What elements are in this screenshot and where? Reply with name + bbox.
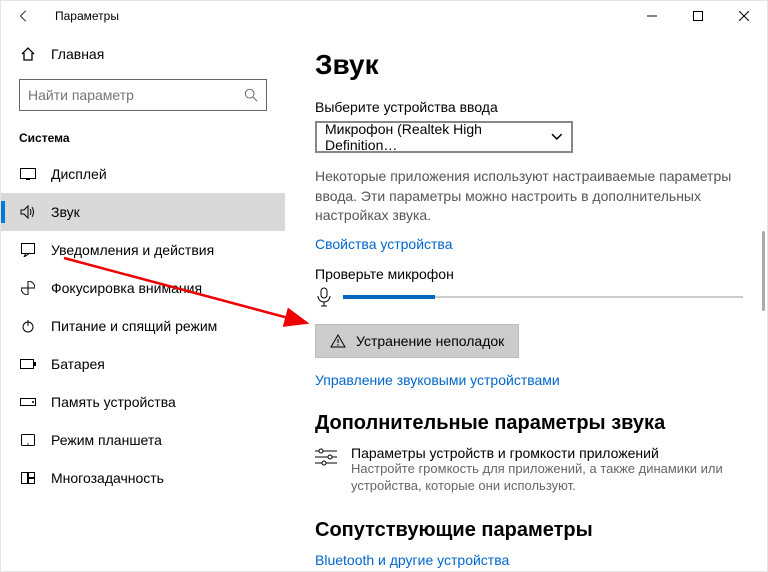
nav-label: Память устройства	[51, 394, 176, 410]
app-volume-title: Параметры устройств и громкости приложен…	[351, 445, 743, 461]
multitask-icon	[19, 469, 37, 487]
close-button[interactable]	[721, 1, 767, 31]
home-icon	[19, 45, 37, 63]
section-label: Система	[1, 125, 285, 155]
warning-icon	[330, 334, 346, 348]
display-icon	[19, 165, 37, 183]
maximize-button[interactable]	[675, 1, 721, 31]
storage-icon	[19, 393, 37, 411]
nav-focus[interactable]: Фокусировка внимания	[1, 269, 285, 307]
nav-multitask[interactable]: Многозадачность	[1, 459, 285, 497]
troubleshoot-label: Устранение неполадок	[356, 333, 504, 349]
minimize-icon	[647, 11, 657, 21]
nav-tablet[interactable]: Режим планшета	[1, 421, 285, 459]
sidebar: Главная Система Дисплей Звук Уведомления…	[1, 31, 291, 571]
device-properties-link[interactable]: Свойства устройства	[315, 236, 743, 252]
home-button[interactable]: Главная	[1, 35, 285, 73]
app-volume-row[interactable]: Параметры устройств и громкости приложен…	[315, 445, 743, 495]
nav-label: Многозадачность	[51, 470, 164, 486]
search-icon	[244, 88, 258, 102]
nav-sound[interactable]: Звук	[1, 193, 285, 231]
content-area: Звук Выберите устройства ввода Микрофон …	[291, 31, 767, 571]
back-button[interactable]	[9, 1, 39, 31]
nav-label: Режим планшета	[51, 432, 162, 448]
nav-storage[interactable]: Память устройства	[1, 383, 285, 421]
notifications-icon	[19, 241, 37, 259]
mic-test-row	[315, 288, 743, 306]
nav-battery[interactable]: Батарея	[1, 345, 285, 383]
troubleshoot-button[interactable]: Устранение неполадок	[315, 324, 519, 358]
page-title: Звук	[315, 49, 743, 81]
sliders-icon	[315, 445, 337, 469]
nav-power[interactable]: Питание и спящий режим	[1, 307, 285, 345]
dropdown-value: Микрофон (Realtek High Definition…	[325, 121, 551, 153]
nav-display[interactable]: Дисплей	[1, 155, 285, 193]
search-input[interactable]	[19, 79, 267, 111]
battery-icon	[19, 355, 37, 373]
test-mic-label: Проверьте микрофон	[315, 266, 743, 282]
nav-label: Фокусировка внимания	[51, 280, 202, 296]
window-title: Параметры	[55, 9, 119, 23]
app-volume-desc: Настройте громкость для приложений, а та…	[351, 461, 743, 495]
nav-label: Звук	[51, 204, 80, 220]
nav-label: Дисплей	[51, 166, 107, 182]
sound-icon	[19, 203, 37, 221]
related-heading: Сопутствующие параметры	[315, 519, 743, 542]
scrollbar-thumb[interactable]	[762, 231, 765, 311]
tablet-icon	[19, 431, 37, 449]
input-note: Некоторые приложения используют настраив…	[315, 167, 743, 226]
mic-level-bar	[343, 296, 743, 298]
minimize-button[interactable]	[629, 1, 675, 31]
microphone-icon	[315, 288, 333, 306]
nav-label: Батарея	[51, 356, 105, 372]
maximize-icon	[693, 11, 703, 21]
arrow-left-icon	[17, 9, 31, 23]
nav-label: Питание и спящий режим	[51, 318, 217, 334]
nav-notifications[interactable]: Уведомления и действия	[1, 231, 285, 269]
titlebar: Параметры	[1, 1, 767, 31]
close-icon	[739, 11, 749, 21]
bluetooth-link[interactable]: Bluetooth и другие устройства	[315, 552, 743, 568]
manage-devices-link[interactable]: Управление звуковыми устройствами	[315, 372, 743, 388]
input-device-label: Выберите устройства ввода	[315, 99, 743, 115]
advanced-heading: Дополнительные параметры звука	[315, 412, 743, 435]
search-field[interactable]	[28, 87, 244, 103]
nav-label: Уведомления и действия	[51, 242, 214, 258]
power-icon	[19, 317, 37, 335]
focus-icon	[19, 279, 37, 297]
chevron-down-icon	[551, 133, 563, 141]
input-device-dropdown[interactable]: Микрофон (Realtek High Definition…	[315, 121, 573, 153]
home-label: Главная	[51, 46, 104, 62]
mic-level-fill	[343, 295, 435, 299]
